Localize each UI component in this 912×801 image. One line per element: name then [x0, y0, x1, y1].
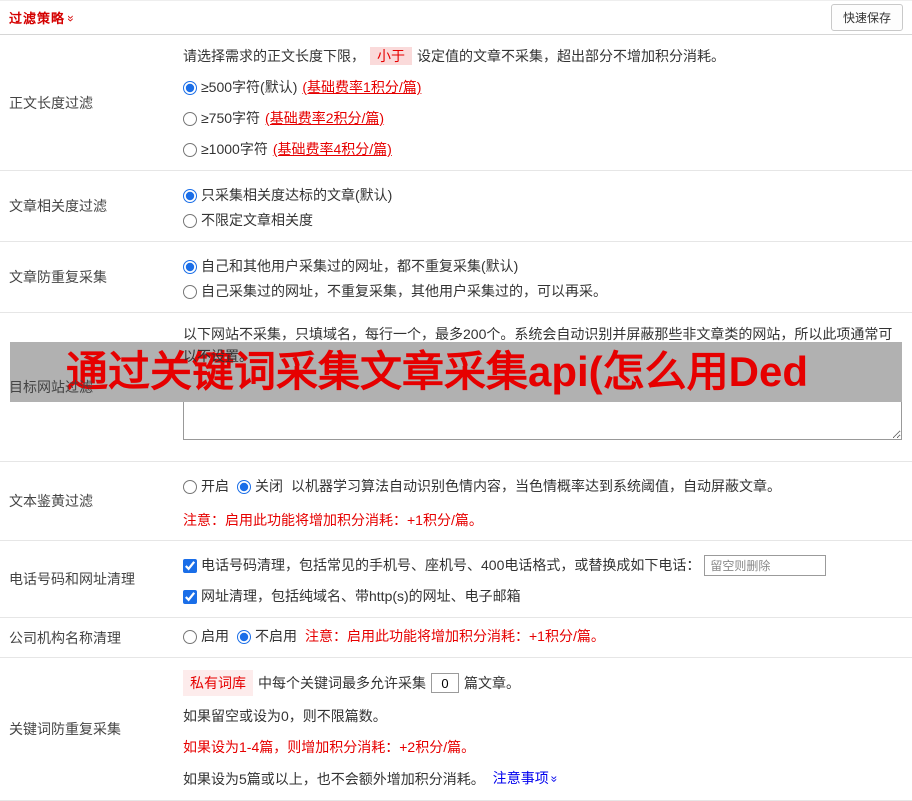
fee-note: (基础费率1积分/篇): [302, 79, 422, 95]
option-label: 只采集相关度达标的文章(默认): [201, 187, 393, 203]
row-phone-url-clean: 电话号码和网址清理 电话号码清理，包括常见的手机号、座机号、400电话格式，或替…: [0, 541, 912, 618]
porn-filter-warning: 注意：启用此功能将增加积分消耗：+1积分/篇。: [183, 512, 483, 528]
company-clean-options: 启用 不启用 注意：启用此功能将增加积分消耗：+1积分/篇。: [183, 626, 902, 647]
row-label-phone-url-clean: 电话号码和网址清理: [9, 571, 135, 587]
option-label: 开启: [201, 478, 229, 494]
option-750-chars: ≥750字符 (基础费率2积分/篇): [183, 108, 902, 129]
radio-500-chars[interactable]: [183, 80, 197, 95]
radio-company-clean-off[interactable]: [237, 629, 251, 644]
url-clean-checkbox[interactable]: [183, 589, 197, 604]
phone-clean-label: 电话号码清理，包括常见的手机号、座机号、400电话格式，或替换成如下电话：: [201, 557, 701, 573]
row-company-clean: 公司机构名称清理 启用 不启用 注意：启用此功能将增加积分消耗：+1积分/篇。: [0, 618, 912, 658]
option-dedup-self-only: 自己采集过的网址，不重复采集，其他用户采集过的，可以再采。: [183, 281, 902, 302]
radio-company-clean-on[interactable]: [183, 629, 197, 644]
less-than-highlight: 小于: [370, 47, 412, 65]
notes-link[interactable]: 注意事项»: [493, 767, 561, 790]
radio-relevance-only[interactable]: [183, 188, 197, 203]
option-500-chars: ≥500字符(默认) (基础费率1积分/篇): [183, 77, 902, 98]
radio-relevance-any[interactable]: [183, 213, 197, 228]
row-label-body-length: 正文长度过滤: [9, 94, 93, 111]
porn-filter-options: 开启 关闭 以机器学习算法自动识别色情内容，当色情概率达到系统阈值，自动屏蔽文章…: [183, 476, 902, 497]
company-clean-warning: 注意：启用此功能将增加积分消耗：+1积分/篇。: [305, 628, 605, 644]
collapse-chevron-icon: »: [63, 15, 78, 23]
row-label-url-dedup: 文章防重复采集: [9, 269, 107, 285]
row-url-dedup: 文章防重复采集 自己和其他用户采集过的网址，都不重复采集(默认) 自己采集过的网…: [0, 242, 912, 313]
radio-porn-off[interactable]: [237, 479, 251, 494]
radio-porn-on[interactable]: [183, 479, 197, 494]
row-porn-filter: 文本鉴黄过滤 开启 关闭 以机器学习算法自动识别色情内容，当色情概率达到系统阈值…: [0, 462, 912, 541]
option-label: ≥750字符: [201, 110, 261, 126]
radio-dedup-all-users[interactable]: [183, 259, 197, 274]
topbar: 过滤策略» 快速保存: [0, 1, 912, 35]
page-title: 过滤策略»: [9, 11, 78, 26]
row-label-target-site: 目标网站过滤: [9, 379, 93, 395]
max-articles-input[interactable]: [431, 673, 459, 693]
porn-filter-description: 以机器学习算法自动识别色情内容，当色情概率达到系统阈值，自动屏蔽文章。: [291, 478, 781, 494]
filter-strategy-page: 过滤策略» 快速保存 正文长度过滤 请选择需求的正文长度下限， 小于 设定值的文章不…: [0, 0, 912, 801]
fee-note: (基础费率4积分/篇): [272, 141, 392, 157]
phone-clean-line: 电话号码清理，包括常见的手机号、座机号、400电话格式，或替换成如下电话：: [183, 555, 902, 576]
target-site-intro: 以下网站不采集，只填域名，每行一个，最多200个。系统会自动识别并屏蔽那些非文章…: [183, 326, 893, 364]
option-label: 关闭: [255, 478, 283, 494]
row-keyword-dedup: 关键词防重复采集 私有词库 中每个关键词最多允许采集 篇文章。 如果留空或设为0…: [0, 658, 912, 801]
row-label-porn-filter: 文本鉴黄过滤: [9, 493, 93, 509]
option-relevance-only: 只采集相关度达标的文章(默认): [183, 185, 902, 206]
url-clean-label: 网址清理，包括纯域名、带http(s)的网址、电子邮箱: [201, 588, 521, 604]
row-label-keyword-dedup: 关键词防重复采集: [9, 721, 121, 737]
option-label: ≥500字符(默认): [201, 79, 298, 95]
fee-note: (基础费率2积分/篇): [265, 110, 385, 126]
body-length-intro: 请选择需求的正文长度下限， 小于 设定值的文章不采集，超出部分不增加积分消耗。: [183, 47, 725, 65]
option-label: 自己采集过的网址，不重复采集，其他用户采集过的，可以再采。: [201, 283, 607, 299]
replacement-phone-input[interactable]: [704, 555, 827, 576]
radio-750-chars[interactable]: [183, 111, 197, 126]
option-label: 自己和其他用户采集过的网址，都不重复采集(默认): [201, 258, 519, 274]
private-lexicon-tag: 私有词库: [183, 670, 253, 696]
option-dedup-all-users: 自己和其他用户采集过的网址，都不重复采集(默认): [183, 256, 902, 277]
link-chevron-icon: »: [547, 775, 562, 783]
keyword-note-cost: 如果设为1-4篇，则增加积分消耗：+2积分/篇。: [183, 739, 476, 755]
option-1000-chars: ≥1000字符 (基础费率4积分/篇): [183, 139, 902, 160]
option-label: 不启用: [255, 628, 297, 644]
option-label: ≥1000字符: [201, 141, 268, 157]
row-relevance-filter: 文章相关度过滤 只采集相关度达标的文章(默认) 不限定文章相关度: [0, 171, 912, 242]
option-label: 不限定文章相关度: [201, 212, 313, 228]
radio-1000-chars[interactable]: [183, 142, 197, 157]
radio-dedup-self-only[interactable]: [183, 284, 197, 299]
url-clean-line: 网址清理，包括纯域名、带http(s)的网址、电子邮箱: [183, 586, 902, 607]
phone-clean-checkbox[interactable]: [183, 558, 197, 573]
keyword-note-unlimited: 如果留空或设为0，则不限篇数。: [183, 708, 387, 724]
option-label: 启用: [201, 628, 229, 644]
quick-save-button[interactable]: 快速保存: [830, 4, 903, 31]
keyword-limit-line: 私有词库 中每个关键词最多允许采集 篇文章。: [183, 670, 902, 696]
option-relevance-any: 不限定文章相关度: [183, 210, 902, 231]
keyword-note-free: 如果设为5篇或以上，也不会额外增加积分消耗。 注意事项»: [183, 767, 902, 790]
row-body-length-filter: 正文长度过滤 请选择需求的正文长度下限， 小于 设定值的文章不采集，超出部分不增加积…: [0, 35, 912, 171]
row-label-company-clean: 公司机构名称清理: [9, 629, 121, 646]
row-label-relevance: 文章相关度过滤: [9, 198, 107, 214]
